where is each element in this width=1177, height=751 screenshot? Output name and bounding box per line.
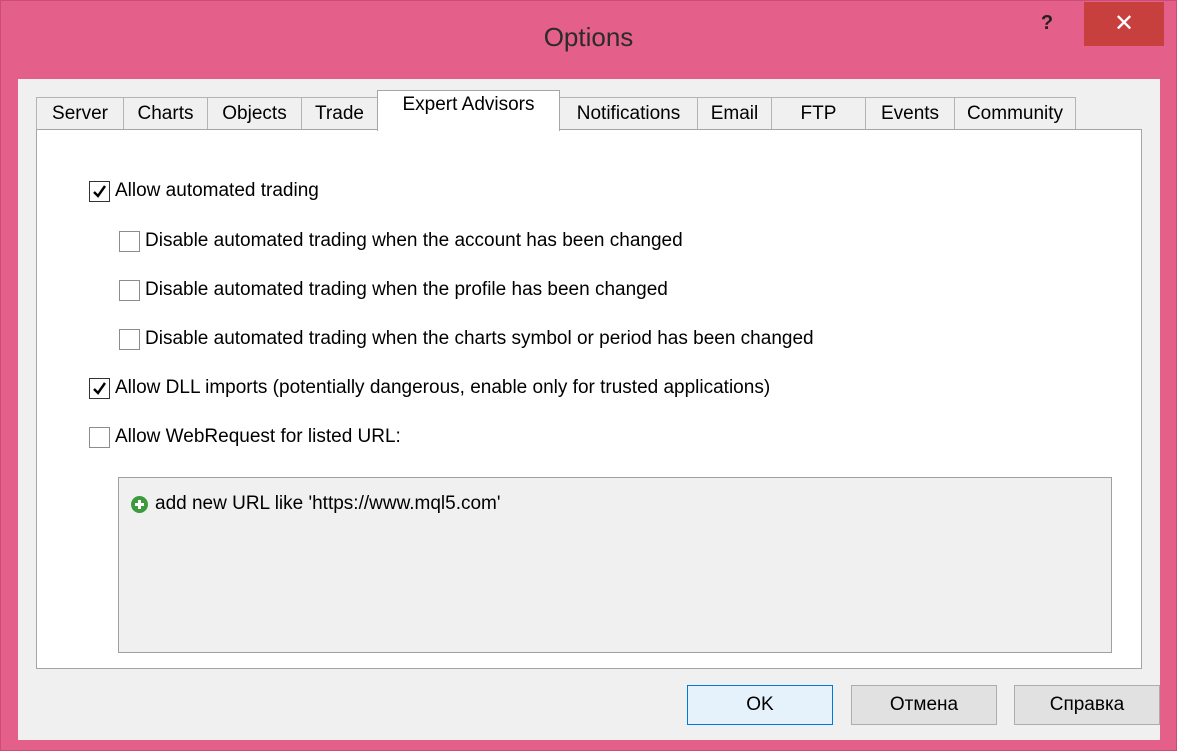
tab-expert-advisors[interactable]: Expert Advisors: [377, 90, 560, 131]
window-title: Options: [543, 22, 634, 52]
disable-on-account-change-option[interactable]: Disable automated trading when the accou…: [119, 228, 683, 254]
allow-dll-imports-checkbox[interactable]: [89, 377, 110, 399]
tab-charts[interactable]: Charts: [123, 97, 208, 130]
allow-automated-trading-label: Allow automated trading: [115, 180, 319, 201]
disable-on-account-change-checkbox[interactable]: [119, 230, 140, 252]
disable-on-profile-change-label: Disable automated trading when the profi…: [145, 279, 668, 300]
allow-webrequest-option[interactable]: Allow WebRequest for listed URL:: [89, 424, 401, 450]
allow-webrequest-label: Allow WebRequest for listed URL:: [115, 426, 401, 447]
tab-email[interactable]: Email: [697, 97, 772, 130]
allow-dll-imports-option[interactable]: Allow DLL imports (potentially dangerous…: [89, 375, 770, 401]
disable-on-chart-change-option[interactable]: Disable automated trading when the chart…: [119, 326, 814, 352]
title-bar[interactable]: Options ? ✕: [1, 1, 1176, 79]
dialog-body: Server Charts Objects Trade Expert Advis…: [18, 79, 1160, 740]
tab-server[interactable]: Server: [36, 97, 124, 130]
disable-on-account-change-label: Disable automated trading when the accou…: [145, 230, 683, 251]
options-dialog: Options ? ✕ Server Charts Objects Trade …: [0, 0, 1177, 751]
expert-advisors-panel: Allow automated trading Disable automate…: [36, 129, 1142, 669]
disable-on-chart-change-label: Disable automated trading when the chart…: [145, 328, 814, 349]
plus-circle-icon: [131, 495, 148, 513]
tab-ftp[interactable]: FTP: [771, 97, 866, 130]
help-icon[interactable]: ?: [1029, 9, 1065, 41]
url-list[interactable]: add new URL like 'https://www.mql5.com': [118, 477, 1112, 653]
allow-automated-trading-checkbox[interactable]: [89, 180, 110, 202]
disable-on-chart-change-checkbox[interactable]: [119, 328, 140, 350]
ok-button[interactable]: OK: [687, 685, 833, 725]
tab-trade[interactable]: Trade: [301, 97, 378, 130]
allow-webrequest-checkbox[interactable]: [89, 426, 110, 448]
add-url-item[interactable]: add new URL like 'https://www.mql5.com': [131, 493, 501, 515]
cancel-button[interactable]: Отмена: [851, 685, 997, 725]
close-icon: ✕: [1113, 10, 1135, 37]
tab-events[interactable]: Events: [865, 97, 955, 130]
allow-dll-imports-label: Allow DLL imports (potentially dangerous…: [115, 377, 771, 398]
tab-community[interactable]: Community: [954, 97, 1076, 130]
add-url-label: add new URL like 'https://www.mql5.com': [155, 493, 501, 514]
tab-notifications[interactable]: Notifications: [559, 97, 698, 130]
disable-on-profile-change-option[interactable]: Disable automated trading when the profi…: [119, 277, 668, 303]
close-button[interactable]: ✕: [1084, 2, 1164, 46]
help-button[interactable]: Справка: [1014, 685, 1160, 725]
checkmark-icon: [93, 381, 106, 395]
tab-objects[interactable]: Objects: [207, 97, 302, 130]
allow-automated-trading-option[interactable]: Allow automated trading: [89, 178, 319, 204]
disable-on-profile-change-checkbox[interactable]: [119, 279, 140, 301]
checkmark-icon: [93, 184, 106, 198]
